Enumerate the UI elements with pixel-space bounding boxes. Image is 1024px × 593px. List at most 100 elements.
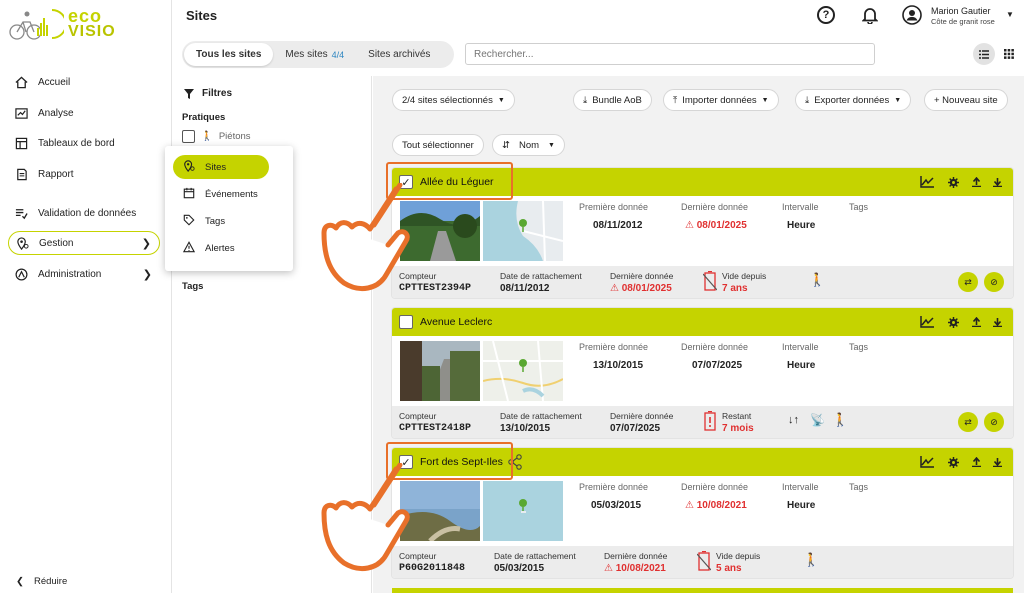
site-map[interactable] <box>483 341 563 401</box>
nav-label: Tableaux de bord <box>38 137 115 149</box>
filter-icon <box>184 88 194 99</box>
new-site-button[interactable]: + Nouveau site <box>924 89 1008 111</box>
last-data-value: 07/07/2025 <box>610 423 661 434</box>
validation-icon <box>14 206 28 220</box>
download-icon[interactable] <box>990 175 1004 189</box>
submenu-item-tags[interactable]: Tags <box>173 209 269 233</box>
dashboard-icon <box>14 136 28 150</box>
tab-mes-sites[interactable]: Mes sites 4/4 <box>273 43 356 66</box>
last-data-text: 10/08/2021 <box>696 500 747 511</box>
status-value: 7 ans <box>722 283 748 294</box>
tab-label: Sites archivés <box>368 49 431 60</box>
swap-button[interactable]: ⇄ <box>958 412 978 432</box>
caret-down-icon[interactable]: ▼ <box>1006 10 1014 19</box>
last-data-label: Dernière donnée <box>610 411 674 421</box>
submenu-item-sites[interactable]: Sites <box>173 155 269 179</box>
list-view-button[interactable] <box>973 43 995 65</box>
chevron-right-icon: ❯ <box>142 268 152 281</box>
logo-text-eco: eco <box>68 6 103 26</box>
site-map[interactable] <box>483 481 563 541</box>
pointing-hand-icon <box>321 183 410 292</box>
checkbox[interactable] <box>182 130 195 143</box>
site-card-footer: Compteur CPTTEST2418P Date de rattacheme… <box>392 406 1013 438</box>
grid-view-button[interactable] <box>998 43 1020 65</box>
site-card-footer: Compteur P60G2011848 Date de rattachemen… <box>392 546 1013 578</box>
filters-title: Filtres <box>184 88 232 99</box>
submenu-item-alertes[interactable]: Alertes <box>173 236 269 260</box>
chevron-right-icon: ❯ <box>141 237 151 250</box>
unlink-button[interactable]: ⊘ <box>984 272 1004 292</box>
caret-down-icon: ▼ <box>761 96 769 104</box>
sort-dropdown[interactable]: ⇵ Nom ▼ <box>492 134 565 156</box>
site-checkbox[interactable] <box>399 315 413 329</box>
status-label: Vide depuis <box>722 271 767 281</box>
site-photo[interactable] <box>400 341 480 401</box>
nav-item-rapport[interactable]: Rapport <box>8 162 160 186</box>
export-data-button[interactable]: ⤓ Exporter données ▼ <box>795 89 912 111</box>
search-input[interactable] <box>465 43 875 65</box>
button-label: Tout sélectionner <box>402 139 474 151</box>
site-map[interactable] <box>483 201 563 261</box>
last-data-value: 07/07/2025 <box>692 360 743 371</box>
bell-icon[interactable] <box>862 6 878 24</box>
settings-icon[interactable] <box>946 455 960 469</box>
last-data-value: ⚠ 10/08/2021 <box>685 500 747 511</box>
bundle-aob-button[interactable]: ⤓ Bundle AoB <box>573 89 652 111</box>
selection-dropdown[interactable]: 2/4 sites sélectionnés ▼ <box>392 89 515 111</box>
site-name[interactable]: Avenue Leclerc <box>420 316 492 328</box>
grid-view-icon <box>1004 49 1014 59</box>
chart-icon[interactable] <box>920 455 934 469</box>
submenu-label: Sites <box>205 161 227 173</box>
eco-visio-logo[interactable]: eco VISIO <box>8 6 116 42</box>
download-icon[interactable] <box>990 315 1004 329</box>
swap-button[interactable]: ⇄ <box>958 272 978 292</box>
chart-icon[interactable] <box>920 315 934 329</box>
reduce-sidebar-button[interactable]: ❮ Réduire <box>16 576 67 587</box>
last-data-label: Dernière donnée <box>681 202 749 212</box>
tab-tous-les-sites[interactable]: Tous les sites <box>184 43 274 66</box>
nav-item-analyse[interactable]: Analyse <box>8 101 160 125</box>
sort-label: Nom <box>518 139 540 151</box>
tag-icon <box>183 214 195 229</box>
pedestrian-icon: 🚶 <box>809 272 826 287</box>
status-label: Vide depuis <box>716 551 761 561</box>
admin-icon <box>14 267 28 281</box>
alert-icon: ⚠ <box>604 563 613 574</box>
unlink-button[interactable]: ⊘ <box>984 412 1004 432</box>
settings-icon[interactable] <box>946 315 960 329</box>
user-name: Marion Gautier <box>931 6 991 16</box>
select-all-button[interactable]: Tout sélectionner <box>392 134 484 156</box>
last-data-label: Dernière donnée <box>681 482 749 492</box>
settings-icon[interactable] <box>946 175 960 189</box>
button-label: Importer données <box>682 94 757 106</box>
caret-down-icon: ▼ <box>548 141 555 149</box>
pin-icon <box>183 159 195 175</box>
upload-icon[interactable] <box>969 175 983 189</box>
chevron-left-icon: ❮ <box>16 576 24 587</box>
avatar-icon[interactable] <box>902 5 922 25</box>
nav-item-accueil[interactable]: Accueil <box>8 70 160 94</box>
download-icon[interactable] <box>990 455 1004 469</box>
caret-down-icon: ▼ <box>894 96 902 104</box>
last-data-text: 10/08/2021 <box>615 563 666 574</box>
help-icon[interactable]: ? <box>817 6 835 24</box>
nav-item-validation[interactable]: Validation de données <box>8 201 160 225</box>
chart-icon[interactable] <box>920 175 934 189</box>
filter-option-pietons[interactable]: 🚶 Piétons <box>182 130 251 143</box>
upload-icon[interactable] <box>969 455 983 469</box>
interval-label: Intervalle <box>782 342 819 352</box>
import-data-button[interactable]: ⤒ Importer données ▼ <box>663 89 779 111</box>
location-pin-icon <box>15 236 29 250</box>
alert-icon: ⚠ <box>685 220 694 231</box>
download-icon: ⤓ <box>583 94 588 106</box>
tab-sites-archives[interactable]: Sites archivés <box>356 43 442 66</box>
nav-item-administration[interactable]: Administration ❯ <box>8 262 160 286</box>
nav-item-gestion[interactable]: Gestion ❯ <box>8 231 160 255</box>
nav-item-tableaux-de-bord[interactable]: Tableaux de bord <box>8 131 160 155</box>
last-data-label: Dernière donnée <box>681 342 749 352</box>
unlink-icon: ⊘ <box>990 416 998 427</box>
counter-value: CPTTEST2418P <box>399 423 472 434</box>
upload-icon[interactable] <box>969 315 983 329</box>
site-card-header: Avenue Leclerc <box>392 308 1013 336</box>
submenu-item-evenements[interactable]: Événements <box>173 182 269 206</box>
